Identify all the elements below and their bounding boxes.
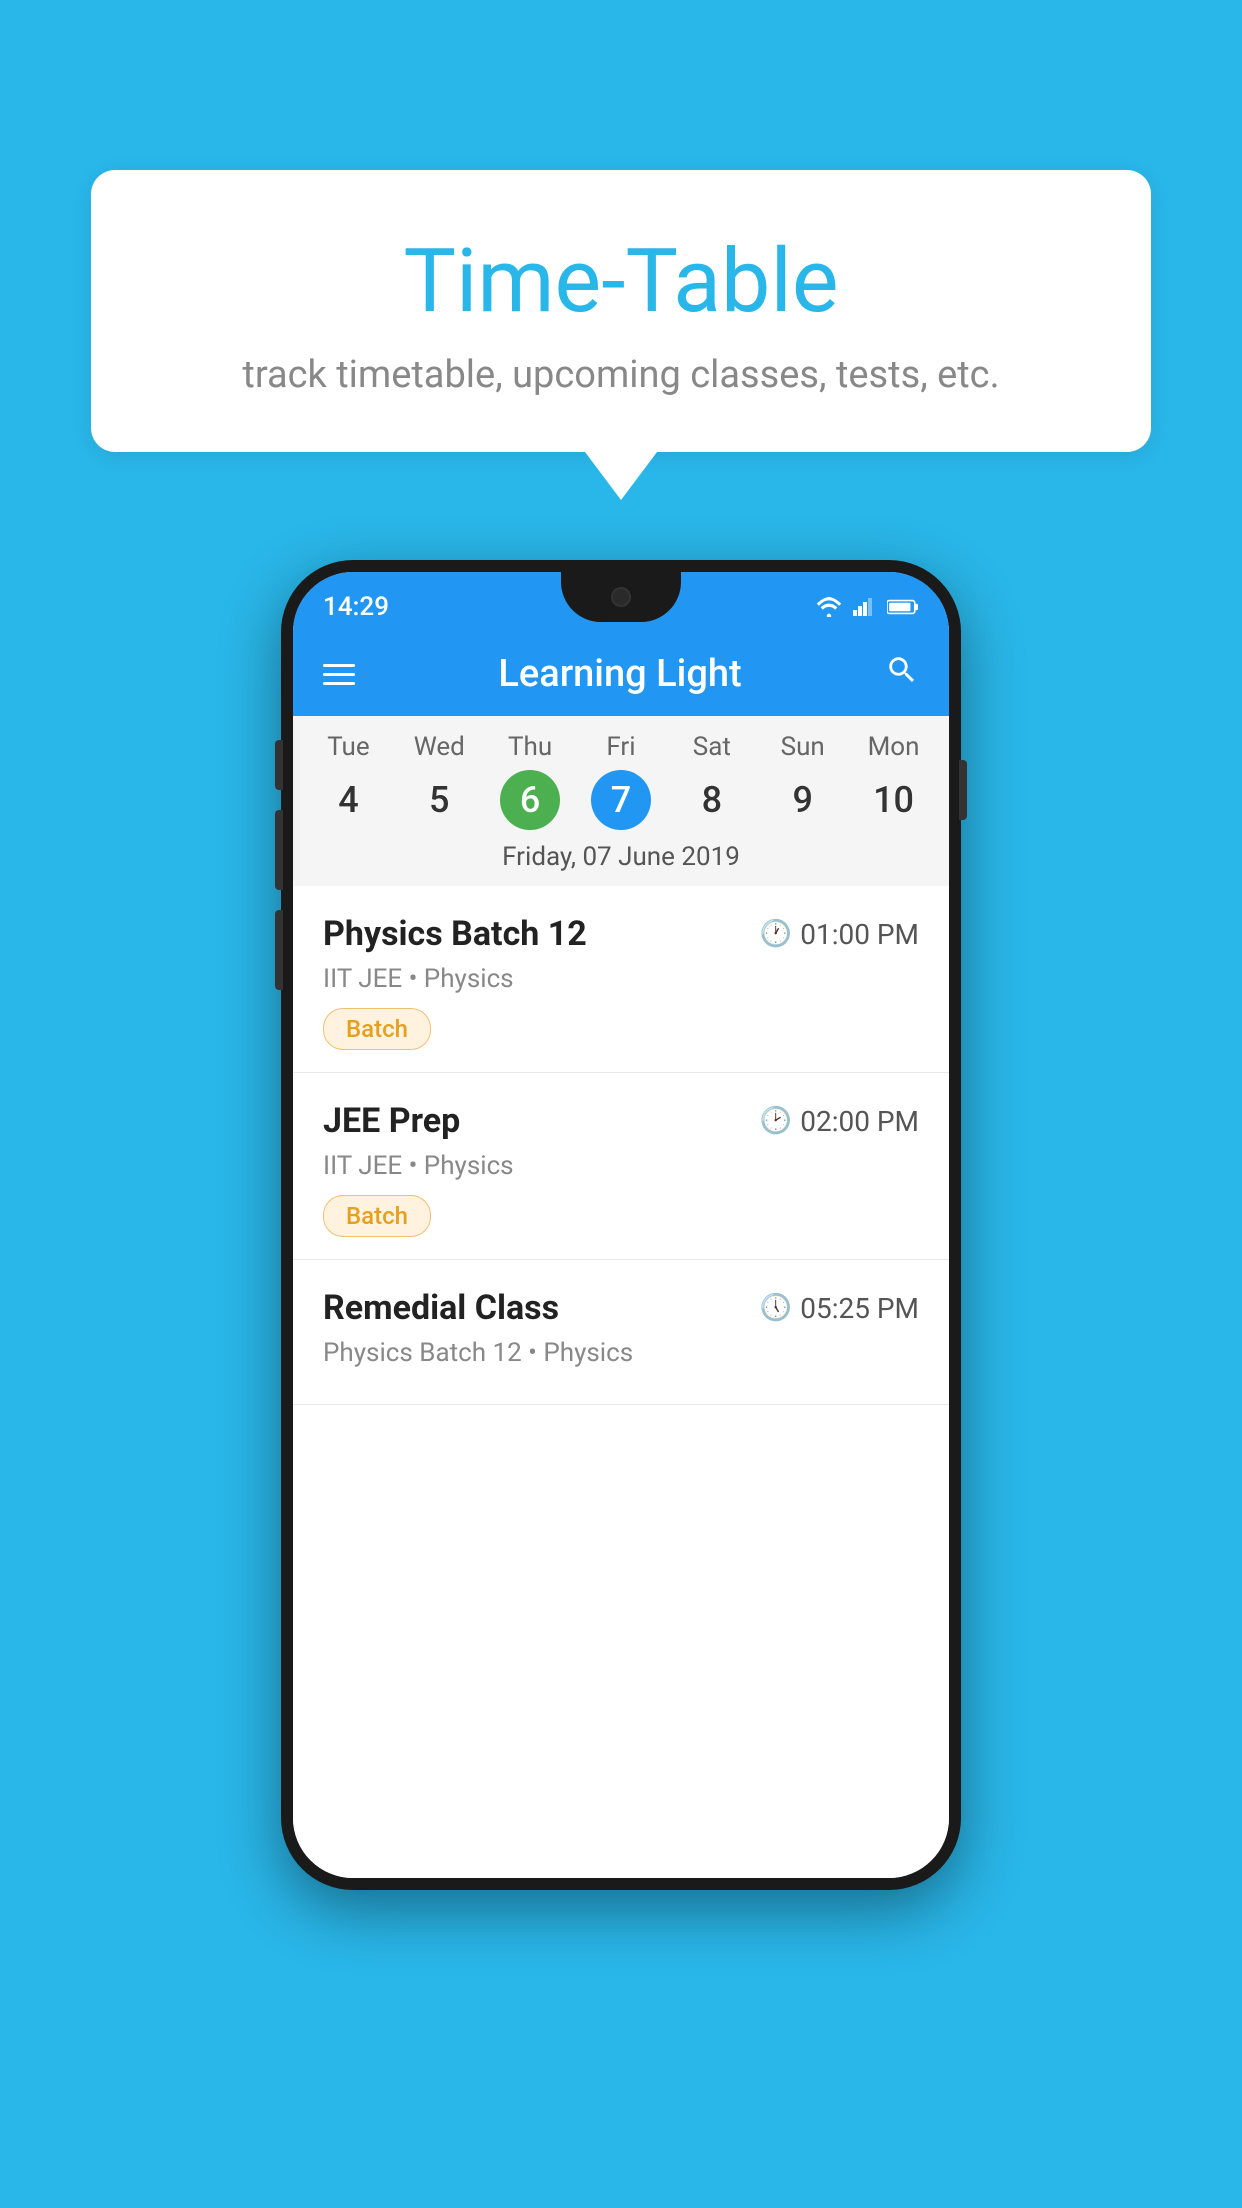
schedule-item-3-header: Remedial Class 🕔 05:25 PM (323, 1288, 919, 1328)
day-10[interactable]: 10 (864, 770, 924, 830)
schedule-item-1[interactable]: Physics Batch 12 🕐 01:00 PM IIT JEE • Ph… (293, 886, 949, 1073)
speech-bubble-card: Time-Table track timetable, upcoming cla… (91, 170, 1151, 452)
day-labels-row: Tue Wed Thu Fri Sat Sun Mon (293, 716, 949, 766)
battery-icon (887, 597, 919, 617)
schedule-title-1: Physics Batch 12 (323, 914, 587, 954)
day-5[interactable]: 5 (409, 770, 469, 830)
selected-date-label: Friday, 07 June 2019 (293, 842, 949, 886)
day-label-fri: Fri (576, 732, 667, 762)
bubble-tail (585, 452, 657, 500)
app-title: Learning Light (498, 652, 741, 696)
power-button (959, 760, 967, 820)
phone-frame: 14:29 (281, 560, 961, 1890)
search-button[interactable] (885, 653, 919, 696)
day-label-sat: Sat (666, 732, 757, 762)
speech-bubble-section: Time-Table track timetable, upcoming cla… (91, 170, 1151, 500)
schedule-time-2: 🕑 02:00 PM (760, 1105, 919, 1138)
day-7-selected[interactable]: 7 (591, 770, 651, 830)
day-8[interactable]: 8 (682, 770, 742, 830)
clock-icon-1: 🕐 (760, 919, 792, 949)
schedule-time-1: 🕐 01:00 PM (760, 918, 919, 951)
schedule-time-3: 🕔 05:25 PM (760, 1292, 919, 1325)
schedule-item-2[interactable]: JEE Prep 🕑 02:00 PM IIT JEE • Physics Ba… (293, 1073, 949, 1260)
schedule-item-1-header: Physics Batch 12 🕐 01:00 PM (323, 914, 919, 954)
schedule-subtitle-1: IIT JEE • Physics (323, 964, 919, 994)
signal-icon (853, 597, 877, 617)
day-label-thu: Thu (485, 732, 576, 762)
day-numbers-row: 4 5 6 7 8 9 10 (293, 766, 949, 842)
time-value-2: 02:00 PM (800, 1105, 919, 1138)
day-6-today[interactable]: 6 (500, 770, 560, 830)
status-icons (815, 597, 919, 617)
front-camera (611, 587, 631, 607)
day-9[interactable]: 9 (773, 770, 833, 830)
schedule-subtitle-3: Physics Batch 12 • Physics (323, 1338, 919, 1368)
silent-button (275, 910, 283, 990)
wifi-icon (815, 597, 843, 617)
day-label-wed: Wed (394, 732, 485, 762)
schedule-item-3[interactable]: Remedial Class 🕔 05:25 PM Physics Batch … (293, 1260, 949, 1405)
clock-icon-3: 🕔 (760, 1293, 792, 1323)
status-time: 14:29 (323, 592, 389, 622)
phone-notch (561, 572, 681, 622)
schedule-item-2-header: JEE Prep 🕑 02:00 PM (323, 1101, 919, 1141)
day-label-sun: Sun (757, 732, 848, 762)
day-4[interactable]: 4 (318, 770, 378, 830)
batch-tag-2: Batch (323, 1195, 431, 1237)
schedule-title-2: JEE Prep (323, 1101, 460, 1141)
time-value-3: 05:25 PM (800, 1292, 919, 1325)
bubble-subtitle: track timetable, upcoming classes, tests… (151, 353, 1091, 397)
phone-screen: Learning Light Tue Wed Thu Fri Sat Sun M… (293, 572, 949, 1878)
day-label-mon: Mon (848, 732, 939, 762)
batch-tag-1: Batch (323, 1008, 431, 1050)
volume-up-button (275, 740, 283, 790)
schedule-list: Physics Batch 12 🕐 01:00 PM IIT JEE • Ph… (293, 886, 949, 1878)
day-label-tue: Tue (303, 732, 394, 762)
schedule-title-3: Remedial Class (323, 1288, 559, 1328)
clock-icon-2: 🕑 (760, 1106, 792, 1136)
calendar-week: Tue Wed Thu Fri Sat Sun Mon 4 5 6 7 8 9 … (293, 716, 949, 886)
schedule-subtitle-2: IIT JEE • Physics (323, 1151, 919, 1181)
bubble-title: Time-Table (151, 230, 1091, 333)
menu-button[interactable] (323, 664, 355, 685)
volume-down-button (275, 810, 283, 890)
time-value-1: 01:00 PM (800, 918, 919, 951)
phone-mockup: 14:29 (281, 560, 961, 1890)
